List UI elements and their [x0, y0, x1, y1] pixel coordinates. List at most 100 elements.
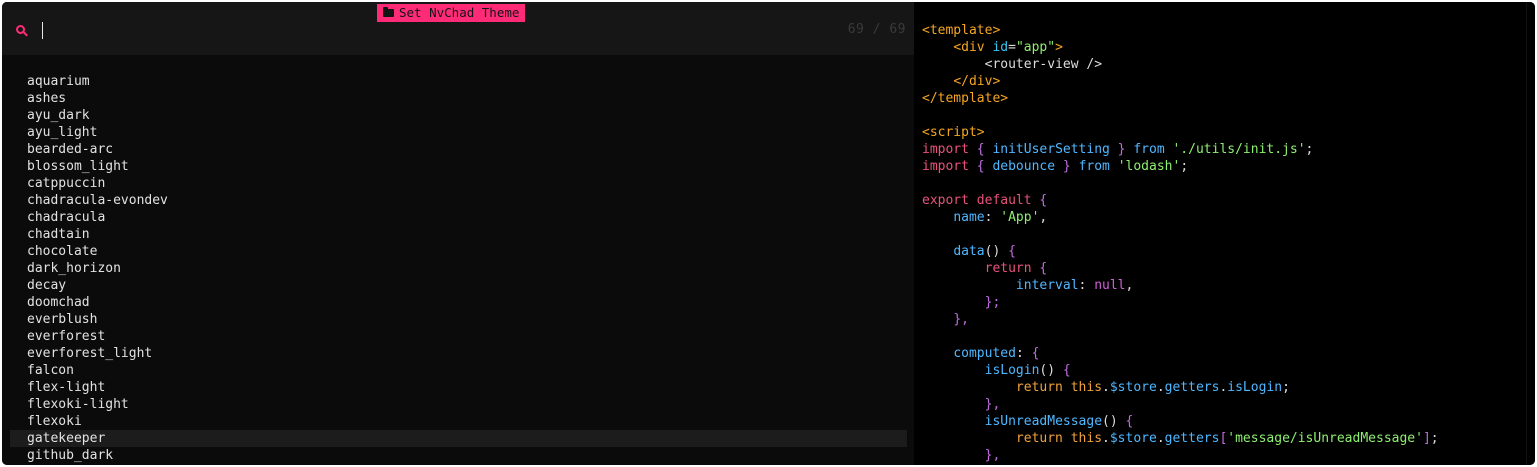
theme-option[interactable]: ayu_dark — [10, 107, 907, 124]
code-token: () — [1102, 414, 1126, 429]
code-token: ; — [1180, 159, 1189, 174]
theme-option[interactable]: github_dark — [10, 447, 907, 464]
code-token: getters — [1164, 380, 1220, 395]
code-token: $store — [1109, 380, 1157, 395]
code-token: { — [968, 142, 993, 157]
code-token: , — [1039, 210, 1048, 225]
code-token: 'lodash' — [1117, 159, 1181, 174]
code-line: interval: null, — [922, 277, 1439, 294]
theme-option[interactable]: blossom_light — [10, 158, 907, 175]
code-token: $store — [1109, 431, 1157, 446]
code-token: <router-view /> — [984, 57, 1103, 72]
code-editor[interactable]: <template> <div id="app"> <router-view /… — [914, 2, 1526, 465]
code-token: interval — [1015, 278, 1079, 293]
code-token: = — [1008, 40, 1016, 55]
code-token: ] — [1422, 431, 1431, 446]
code-token: ; — [1305, 142, 1314, 157]
code-line: <script> — [922, 124, 1439, 141]
code-token: }, — [953, 312, 969, 327]
code-token: . — [1156, 431, 1165, 446]
theme-option[interactable]: doomchad — [10, 294, 907, 311]
theme-option[interactable]: decay — [10, 277, 907, 294]
code-line: return this.$store.getters.isLogin; — [922, 379, 1439, 396]
theme-option[interactable]: catppuccin — [10, 175, 907, 192]
code-token: null — [1094, 278, 1126, 293]
code-line: isLogin() { — [922, 362, 1439, 379]
code-token: return — [1015, 380, 1063, 395]
scrollbar[interactable] — [1526, 2, 1535, 465]
theme-option[interactable]: dark_horizon — [10, 260, 907, 277]
theme-option[interactable]: chadracula-evondev — [10, 192, 907, 209]
code-token: { — [968, 159, 993, 174]
code-line: return this.$store.getters['message/isUn… — [922, 430, 1439, 447]
code-token: > — [1055, 40, 1063, 55]
code-token: <div — [953, 40, 993, 55]
code-line: import { debounce } from 'lodash'; — [922, 158, 1439, 175]
terminal-window: Set NvChad Theme 69 / 69 aquarium ashes ay… — [2, 2, 1535, 465]
search-input[interactable] — [36, 20, 816, 42]
code-lines: <template> <div id="app"> <router-view /… — [922, 22, 1439, 464]
code-line: computed: { — [922, 345, 1439, 362]
theme-option[interactable]: chadtain — [10, 226, 907, 243]
code-token: } — [1055, 159, 1079, 174]
theme-option[interactable]: falcon — [10, 362, 907, 379]
code-token: : — [1015, 346, 1032, 361]
code-line: </div> — [922, 73, 1439, 90]
code-token: isLogin — [984, 363, 1040, 378]
theme-option[interactable]: chadracula — [10, 209, 907, 226]
code-token: : — [1078, 278, 1095, 293]
theme-option[interactable]: bearded-arc — [10, 141, 907, 158]
code-line: <template> — [922, 22, 1439, 39]
code-token: <template> — [922, 23, 1001, 38]
code-token: () — [984, 244, 1009, 259]
theme-option[interactable]: everforest_light — [10, 345, 907, 362]
theme-option[interactable]: chocolate — [10, 243, 907, 260]
theme-option[interactable]: flex-light — [10, 379, 907, 396]
text-cursor — [42, 22, 43, 39]
code-line: <router-view /> — [922, 56, 1439, 73]
theme-option[interactable]: everblush — [10, 311, 907, 328]
theme-option[interactable]: ashes — [10, 90, 907, 107]
code-token: , — [1125, 278, 1134, 293]
code-line: </template> — [922, 90, 1439, 107]
code-token: }, — [984, 397, 1001, 412]
code-token: import — [922, 159, 969, 174]
code-token: } — [1109, 142, 1134, 157]
code-token: { — [1031, 261, 1048, 276]
code-token: isUnreadMessage — [984, 414, 1103, 429]
code-line: }; — [922, 294, 1439, 311]
theme-option[interactable]: ayu_light — [10, 124, 907, 141]
theme-option[interactable]: everforest — [10, 328, 907, 345]
theme-option[interactable]: gatekeeper — [10, 430, 907, 447]
code-line: isUnreadMessage() { — [922, 413, 1439, 430]
theme-option[interactable]: flexoki-light — [10, 396, 907, 413]
code-token: computed — [953, 346, 1016, 361]
code-line: }, — [922, 396, 1439, 413]
code-token: ; — [1282, 380, 1290, 395]
code-line: export default { — [922, 192, 1439, 209]
code-line: return { — [922, 260, 1439, 277]
code-token: initUserSetting — [992, 142, 1110, 157]
code-token: from — [1078, 159, 1110, 174]
theme-option[interactable]: aquarium — [10, 73, 907, 90]
theme-option[interactable]: flexoki — [10, 413, 907, 430]
code-token: 'message/isUnreadMessage' — [1227, 431, 1423, 446]
code-line: }, — [922, 311, 1439, 328]
code-token: <script> — [922, 125, 985, 140]
code-token: . — [1102, 431, 1110, 446]
code-token: . — [1156, 380, 1165, 395]
